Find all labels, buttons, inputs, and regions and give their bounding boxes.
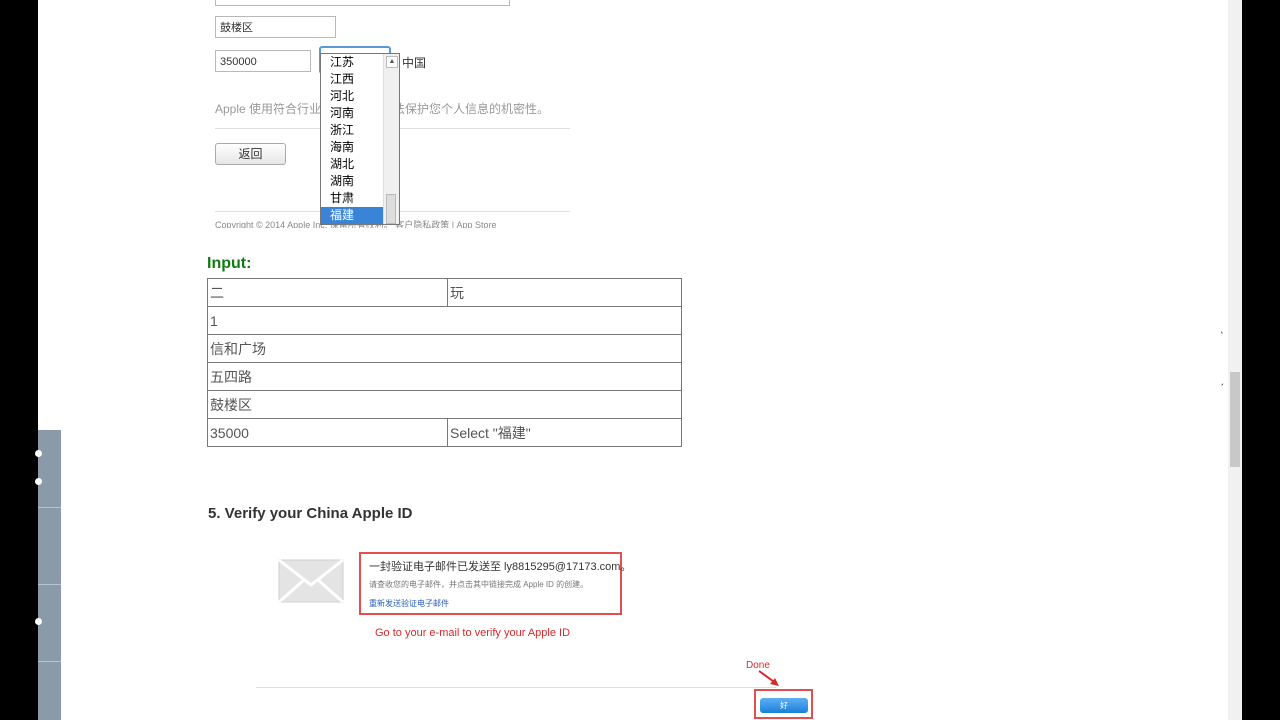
back-button[interactable]: 返回 — [215, 143, 286, 165]
scrollbar-thumb[interactable] — [1230, 372, 1240, 467]
dropdown-option[interactable]: 江苏 — [321, 54, 392, 71]
dropdown-option-selected[interactable]: 福建 — [321, 207, 392, 224]
country-label: 中国 — [402, 56, 427, 70]
envelope-icon — [278, 559, 344, 603]
toolbar-dot-icon[interactable] — [35, 450, 42, 457]
table-cell: 鼓楼区 — [207, 390, 682, 419]
ok-button[interactable]: 好 — [760, 698, 808, 713]
input-heading: Input: — [207, 255, 252, 272]
dropdown-option[interactable]: 湖南 — [321, 173, 392, 190]
district-field[interactable]: 鼓楼区 — [215, 16, 336, 38]
email-instructions: 请查收您的电子邮件，并点击其中链接完成 Apple ID 的创建。 — [369, 580, 589, 589]
dropdown-scroll-thumb[interactable] — [386, 194, 396, 224]
table-row: 鼓楼区 — [207, 390, 682, 419]
toolbar-divider — [38, 584, 61, 585]
dropdown-option[interactable]: 江西 — [321, 71, 392, 88]
expand-icon[interactable]: ˏ — [1220, 372, 1224, 386]
table-cell: 二 — [207, 278, 448, 307]
dropdown-option[interactable]: 海南 — [321, 139, 392, 156]
scrollbar-track[interactable] — [1228, 0, 1242, 720]
resend-email-link[interactable]: 重新发送验证电子邮件 — [369, 598, 449, 609]
table-row: 信和广场 — [207, 334, 682, 363]
dropdown-option[interactable]: 浙江 — [321, 122, 392, 139]
dropdown-option[interactable]: 河南 — [321, 105, 392, 122]
table-row: 1 — [207, 306, 682, 335]
table-cell: 玩 — [447, 278, 682, 307]
collapse-icon[interactable]: ˎ — [1220, 320, 1224, 334]
scroll-up-icon[interactable]: ▲ — [386, 56, 398, 68]
side-toolbar — [35, 430, 61, 720]
toolbar-divider — [38, 661, 61, 662]
table-cell: Select "福建" — [447, 418, 682, 447]
arrow-icon — [758, 670, 779, 686]
table-cell: 1 — [207, 306, 682, 335]
table-row: 五四路 — [207, 362, 682, 391]
table-row: 二 玩 — [207, 278, 682, 307]
verification-notice: 一封验证电子邮件已发送至 ly8815295@17173.com。 请查收您的电… — [359, 552, 631, 615]
dropdown-scrollbar[interactable]: ▲ — [383, 54, 399, 224]
table-cell: 信和广场 — [207, 334, 682, 363]
dropdown-option[interactable]: 湖北 — [321, 156, 392, 173]
table-cell: 五四路 — [207, 362, 682, 391]
toolbar-dot-icon[interactable] — [35, 618, 42, 625]
divider — [256, 687, 776, 688]
table-cell: 35000 — [207, 418, 448, 447]
dropdown-option[interactable]: 甘肃 — [321, 190, 392, 207]
toolbar-divider — [38, 507, 61, 508]
province-dropdown-list[interactable]: 江苏 江西 河北 河南 浙江 海南 湖北 湖南 甘肃 福建 ▲ — [320, 53, 400, 225]
table-row: 35000 Select "福建" — [207, 418, 682, 447]
postal-code-field[interactable]: 350000 — [215, 50, 311, 72]
toolbar-dot-icon[interactable] — [35, 478, 42, 485]
verify-instruction: Go to your e-mail to verify your Apple I… — [375, 627, 571, 639]
email-sent-text: 一封验证电子邮件已发送至 ly8815295@17173.com。 — [369, 561, 632, 573]
step-title: 5. Verify your China Apple ID — [208, 505, 413, 522]
dropdown-option[interactable]: 河北 — [321, 88, 392, 105]
input-table: 二 玩 1 信和广场 五四路 鼓楼区 35000 Select "福建" — [207, 278, 682, 447]
address-field[interactable] — [215, 0, 510, 6]
